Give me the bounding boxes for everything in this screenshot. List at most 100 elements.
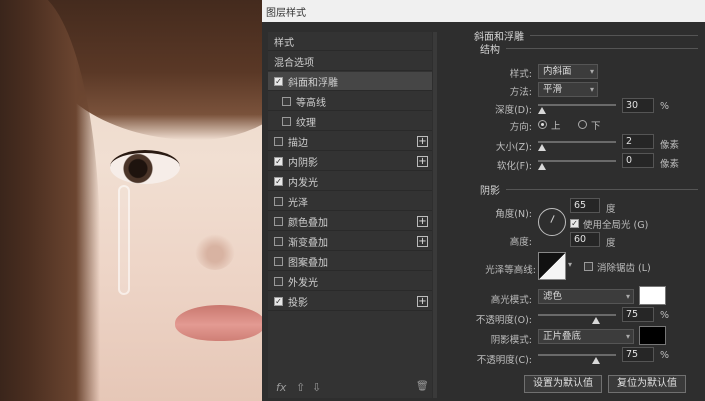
shadow-mode-label: 阴影模式: xyxy=(490,335,532,346)
direction-down-radio[interactable] xyxy=(578,120,587,129)
altitude-input[interactable]: 60 xyxy=(570,232,600,247)
depth-slider-knob[interactable] xyxy=(538,107,546,114)
style-list-item[interactable]: ✓ 内阴影 + xyxy=(268,152,432,171)
direction-label: 方向: xyxy=(509,122,532,133)
style-list-item-label: 混合选项 xyxy=(274,57,314,69)
shadow-opacity-knob[interactable] xyxy=(592,357,600,364)
method-label: 方法: xyxy=(509,87,532,98)
shadow-mode-select[interactable]: 正片叠底 ▾ xyxy=(538,329,634,344)
unchecked-checkbox[interactable] xyxy=(274,216,283,226)
unchecked-checkbox[interactable] xyxy=(274,256,283,266)
chevron-down-icon: ▾ xyxy=(589,67,594,76)
gloss-contour-preview[interactable] xyxy=(538,252,566,280)
depth-input[interactable]: 30 xyxy=(622,98,654,113)
structure-title: 结构 xyxy=(480,45,500,56)
style-list-item[interactable]: 混合选项 xyxy=(268,52,432,71)
style-list-item[interactable]: ✓ 斜面和浮雕 xyxy=(268,72,432,91)
add-icon[interactable]: + xyxy=(417,296,428,307)
unchecked-checkbox[interactable] xyxy=(282,96,291,106)
shadow-opacity-input[interactable]: 75 xyxy=(622,347,654,362)
add-icon[interactable]: + xyxy=(417,136,428,147)
altitude-unit: 度 xyxy=(606,238,616,249)
reset-default-button[interactable]: 复位为默认值 xyxy=(608,375,686,393)
style-list-item-label: 内发光 xyxy=(288,177,318,189)
highlight-opacity-slider[interactable] xyxy=(538,314,616,316)
style-list-item[interactable]: 等高线 xyxy=(268,92,432,111)
soften-label: 软化(F): xyxy=(496,161,532,172)
soften-unit: 像素 xyxy=(660,159,680,170)
add-icon[interactable]: + xyxy=(417,236,428,247)
checked-checkbox[interactable]: ✓ xyxy=(274,156,283,166)
style-list-item[interactable]: ✓ 投影 + xyxy=(268,292,432,311)
style-list-item[interactable]: 描边 + xyxy=(268,132,432,151)
style-list-item[interactable]: 图案叠加 xyxy=(268,252,432,271)
size-slider-knob[interactable] xyxy=(538,144,546,151)
angle-input[interactable]: 65 xyxy=(570,198,600,213)
style-list-item[interactable]: 光泽 xyxy=(268,192,432,211)
direction-up-radio[interactable] xyxy=(538,120,547,129)
depth-slider[interactable] xyxy=(538,104,616,106)
chevron-down-icon[interactable]: ▾ xyxy=(568,260,572,269)
move-down-icon[interactable]: ⇩ xyxy=(312,381,321,394)
add-icon[interactable]: + xyxy=(417,156,428,167)
depth-unit: % xyxy=(660,101,670,112)
highlight-mode-select[interactable]: 滤色 ▾ xyxy=(538,289,634,304)
global-light-label: 使用全局光 (G) xyxy=(583,220,649,231)
add-icon[interactable]: + xyxy=(417,216,428,227)
divider xyxy=(530,35,698,36)
unchecked-checkbox[interactable] xyxy=(274,276,283,286)
shading-title: 阴影 xyxy=(480,186,500,197)
dialog-titlebar: 图层样式 xyxy=(262,0,705,22)
style-list-item[interactable]: 渐变叠加 + xyxy=(268,232,432,251)
bevel-style-select[interactable]: 内斜面 ▾ xyxy=(538,64,598,79)
highlight-opacity-input[interactable]: 75 xyxy=(622,307,654,322)
soften-slider-knob[interactable] xyxy=(538,163,546,170)
angle-unit: 度 xyxy=(606,204,616,215)
shadow-color-swatch[interactable] xyxy=(639,326,666,345)
unchecked-checkbox[interactable] xyxy=(274,236,283,246)
move-up-icon[interactable]: ⇧ xyxy=(296,381,305,394)
dialog-title: 图层样式 xyxy=(266,8,306,19)
soften-input[interactable]: 0 xyxy=(622,153,654,168)
size-input[interactable]: 2 xyxy=(622,134,654,149)
style-list-item[interactable]: 外发光 xyxy=(268,272,432,291)
shadow-opacity-slider[interactable] xyxy=(538,354,616,356)
checked-checkbox[interactable]: ✓ xyxy=(274,76,283,86)
unchecked-checkbox[interactable] xyxy=(274,136,283,146)
checked-checkbox[interactable]: ✓ xyxy=(274,176,283,186)
style-label: 样式: xyxy=(509,69,532,80)
highlight-opacity-knob[interactable] xyxy=(592,317,600,324)
fx-icon[interactable]: fx xyxy=(276,381,286,394)
style-list-toolbar: fx ⇧ ⇩ 🗑 xyxy=(268,378,432,398)
highlight-color-swatch[interactable] xyxy=(639,286,666,305)
style-list-item[interactable]: ✓ 内发光 xyxy=(268,172,432,191)
unchecked-checkbox[interactable] xyxy=(274,196,283,206)
unchecked-checkbox[interactable] xyxy=(282,116,291,126)
trash-icon[interactable]: 🗑 xyxy=(416,381,429,392)
style-list-item[interactable]: 样式 xyxy=(268,32,432,51)
size-unit: 像素 xyxy=(660,140,680,151)
style-list-item-label: 外发光 xyxy=(288,277,318,289)
style-list-item-label: 光泽 xyxy=(288,197,308,209)
style-list-item-label: 等高线 xyxy=(296,97,326,109)
antialias-checkbox[interactable] xyxy=(584,262,593,271)
global-light-checkbox[interactable]: ✓ xyxy=(570,219,579,228)
method-select[interactable]: 平滑 ▾ xyxy=(538,82,598,97)
soften-slider[interactable] xyxy=(538,160,616,162)
altitude-label: 高度: xyxy=(509,237,532,248)
style-list-item[interactable]: 颜色叠加 + xyxy=(268,212,432,231)
eye xyxy=(110,150,180,184)
nose xyxy=(195,230,235,270)
set-default-button[interactable]: 设置为默认值 xyxy=(524,375,602,393)
layer-style-dialog: 图层样式 样式 混合选项 ✓ 斜面和浮雕 等高线 纹理 描边 + ✓ 内阴影 + ✓ 内发光 光泽 颜色叠加… xyxy=(262,0,705,401)
shadow-opacity-label: 不透明度(C): xyxy=(476,355,532,366)
chevron-down-icon: ▾ xyxy=(589,85,594,94)
angle-dial[interactable] xyxy=(538,208,566,236)
style-list-item[interactable]: 纹理 xyxy=(268,112,432,131)
checked-checkbox[interactable]: ✓ xyxy=(274,296,283,306)
angle-label: 角度(N): xyxy=(495,209,532,220)
size-slider[interactable] xyxy=(538,141,616,143)
bevel-emboss-panel: 斜面和浮雕 结构 样式: 内斜面 ▾ 方法: 平滑 ▾ 深度(D): 30 % 方向… xyxy=(462,26,702,401)
size-label: 大小(Z): xyxy=(495,142,532,153)
style-list-scrollbar[interactable] xyxy=(433,32,437,398)
